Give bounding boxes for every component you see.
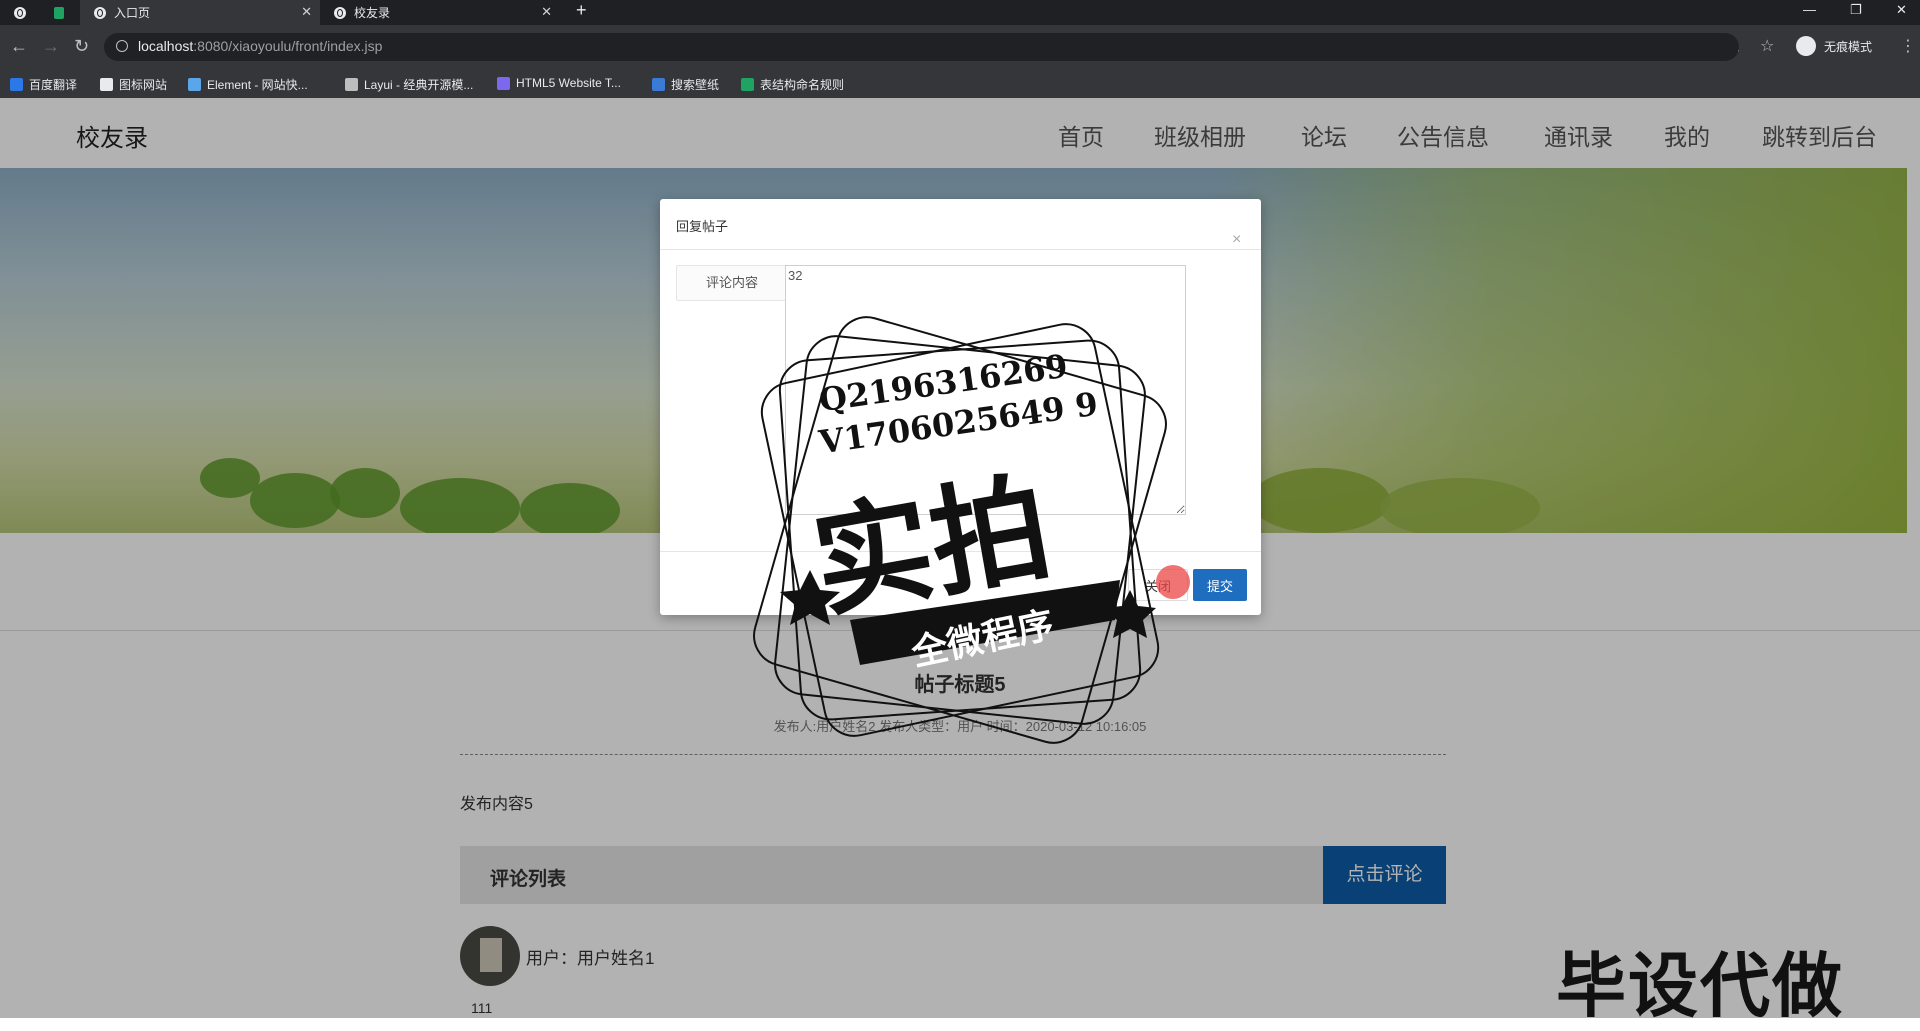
reload-icon[interactable]: ↻ (74, 36, 89, 56)
watermark-corner: 毕设代做 (1556, 945, 1844, 1027)
tab-pinned-1[interactable] (0, 0, 40, 25)
sheet-icon (54, 6, 64, 19)
new-tab-button[interactable]: + (576, 0, 587, 21)
restore-icon[interactable]: ❐ (1850, 2, 1862, 18)
tab-pinned-2[interactable] (40, 0, 64, 25)
bookmark-label: 图标网站 (119, 78, 168, 92)
submit-button[interactable]: 提交 (1193, 569, 1247, 601)
tab-label: 入口页 (114, 6, 151, 20)
bookmark-icon (497, 76, 510, 90)
bookmark-label: 表结构命名规则 (760, 78, 845, 92)
incognito-icon (1796, 36, 1816, 56)
bookmark-label: Element - 网站快... (207, 78, 308, 92)
star-icon[interactable]: ☆ (1760, 37, 1774, 57)
bookmark-icon (345, 78, 358, 91)
bookmark-icon (188, 78, 201, 91)
incognito-indicator[interactable]: 无痕模式 (1796, 36, 1872, 56)
bookmark-icon (100, 78, 113, 91)
info-icon[interactable] (116, 40, 128, 52)
close-tab-icon[interactable]: ✕ (301, 4, 312, 20)
browser-tab-bar: 入口页 ✕ 校友录 ✕ + — ❐ ✕ (0, 0, 1920, 25)
dialog-header: 回复帖子 × (660, 199, 1261, 250)
bookmark-label: HTML5 Website T... (516, 76, 621, 90)
bookmark-item[interactable]: 图标网站 (100, 76, 167, 93)
bookmark-item[interactable]: 搜索壁纸 (652, 76, 719, 93)
url-host: localhost (138, 38, 194, 54)
globe-icon (334, 6, 346, 19)
close-icon[interactable]: × (1232, 232, 1241, 248)
dialog-title: 回复帖子 (676, 219, 729, 234)
menu-icon[interactable]: ⋮ (1900, 37, 1916, 57)
bookmark-item[interactable]: 表结构命名规则 (741, 76, 844, 93)
back-icon[interactable]: ← (10, 36, 28, 56)
bookmark-icon (741, 78, 754, 91)
url-text[interactable]: localhost:8080/xiaoyoulu/front/index.jsp (138, 38, 382, 54)
bookmark-item[interactable]: Element - 网站快... (188, 76, 308, 93)
tab-label: 校友录 (354, 6, 391, 20)
minimize-icon[interactable]: — (1803, 2, 1816, 17)
close-window-icon[interactable]: ✕ (1896, 2, 1907, 18)
bookmark-icon (652, 78, 665, 91)
bookmark-item[interactable]: 百度翻译 (10, 76, 77, 93)
incognito-label: 无痕模式 (1824, 39, 1873, 54)
bookmark-label: 搜索壁纸 (671, 78, 720, 92)
bookmark-item[interactable]: Layui - 经典开源模... (345, 76, 473, 93)
globe-icon (14, 6, 26, 19)
close-tab-icon[interactable]: ✕ (541, 4, 552, 20)
bookmark-icon (10, 78, 23, 91)
bookmarks-bar: 百度翻译 图标网站 Element - 网站快... Layui - 经典开源模… (0, 69, 1920, 99)
forward-icon[interactable]: → (42, 36, 60, 56)
bookmark-label: 百度翻译 (29, 78, 78, 92)
bookmark-label: Layui - 经典开源模... (364, 78, 474, 92)
tab-entry-page[interactable]: 入口页 ✕ (80, 0, 320, 25)
bookmark-item[interactable]: HTML5 Website T... (497, 76, 621, 90)
globe-icon (94, 6, 106, 19)
url-path: :8080/xiaoyoulu/front/index.jsp (193, 38, 383, 54)
tab-xiaoyoulu[interactable]: 校友录 ✕ (320, 0, 560, 25)
